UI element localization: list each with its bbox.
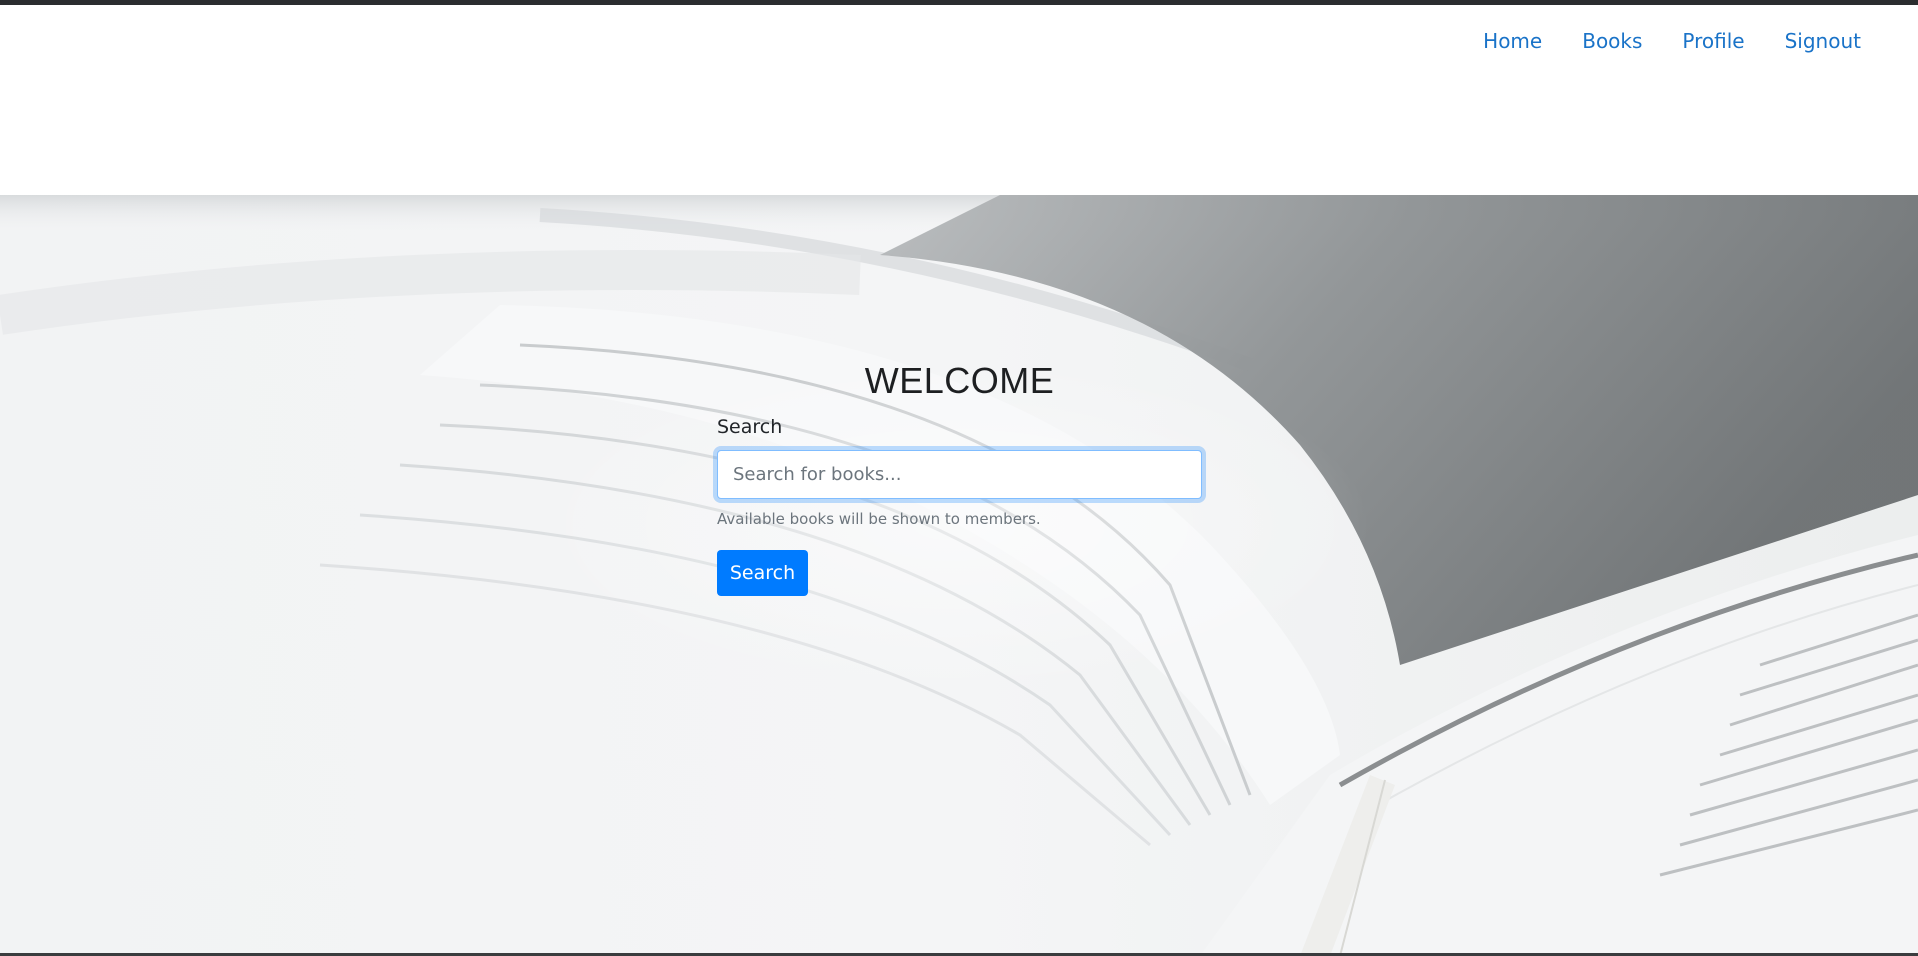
nav-link-signout[interactable]: Signout [1785,29,1861,53]
navbar: Home Books Profile Signout [0,5,1918,195]
hero-section: WELCOME Search Available books will be s… [0,195,1918,956]
nav-link-profile[interactable]: Profile [1682,29,1744,53]
nav-link-home[interactable]: Home [1483,29,1542,53]
nav-links: Home Books Profile Signout [1483,29,1861,53]
search-help-text: Available books will be shown to members… [717,510,1041,528]
nav-link-books[interactable]: Books [1582,29,1642,53]
search-button[interactable]: Search [717,550,808,596]
search-input[interactable] [717,450,1202,499]
search-label: Search [717,416,783,438]
search-panel: WELCOME Search Available books will be s… [717,360,1202,596]
welcome-heading: WELCOME [864,360,1055,401]
